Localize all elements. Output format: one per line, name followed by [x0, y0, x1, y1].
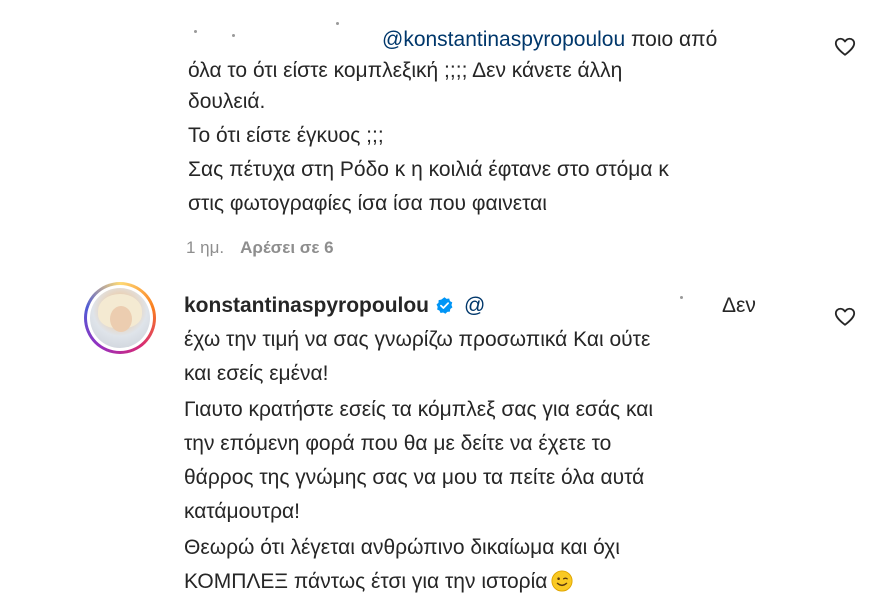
comment-1-line-2: όλα το ότι είστε κομπλεξική ;;;; Δεν κάν…: [188, 59, 623, 82]
comment-1-line-1: @konstantinaspyropoulou ποιο από: [382, 24, 717, 55]
redacted-mention-mark: [680, 296, 683, 299]
comment-1-line-5: Σας πέτυχα στη Ρόδο κ η κοιλιά έφτανε στ…: [188, 158, 669, 181]
comment-1-mention[interactable]: @konstantinaspyropoulou: [382, 28, 625, 51]
comment-2-line-8: Θεωρώ ότι λέγεται ανθρώπινο δικαίωμα και…: [184, 536, 620, 559]
comment-1-timestamp[interactable]: 1 ημ.: [186, 238, 224, 257]
comment-2-line-5: την επόμενη φορά που θα με δείτε να έχετ…: [184, 432, 612, 455]
avatar-border: [87, 285, 153, 351]
redacted-username-mark: [194, 30, 197, 33]
comment-2-line-2: έχω την τιμή να σας γνωρίζω προσωπικά Κα…: [184, 328, 651, 351]
comment-1-line-1-text: ποιο από: [625, 28, 718, 51]
comment-2-line-9-text: ΚΟΜΠΛΕΞ πάντως έτσι για την ιστορία: [184, 570, 548, 593]
comment-2-mention[interactable]: @: [464, 294, 485, 317]
avatar[interactable]: [84, 282, 156, 354]
avatar-photo: [90, 288, 150, 348]
heart-outline-icon[interactable]: [834, 306, 856, 328]
comment-1-line-4: Το ότι είστε έγκυος ;;;: [188, 124, 384, 147]
comment-2-line-3: και εσείς εμένα!: [184, 362, 329, 385]
comment-2-line-1-end: Δεν: [722, 294, 756, 317]
comment-1-line-3: δουλειά.: [188, 90, 266, 113]
avatar-face: [110, 306, 132, 332]
comment-2-line-4: Γιαυτο κρατήστε εσείς τα κόμπλεξ σας για…: [184, 398, 654, 421]
comment-2-line-7: κατάμουτρα!: [184, 500, 301, 523]
heart-outline-icon[interactable]: [834, 36, 856, 58]
comment-2-line-6: θάρρος της γνώμης σας να μου τα πείτε όλ…: [184, 466, 645, 489]
comment-1-meta: 1 ημ. Αρέσει σε 6: [186, 238, 334, 258]
redacted-username-mark: [336, 22, 339, 25]
comment-2-line-1: konstantinaspyropoulou @: [184, 290, 485, 321]
winking-face-emoji-icon: [551, 570, 573, 592]
redacted-username-mark: [232, 34, 235, 37]
comment-2-line-9: ΚΟΜΠΛΕΞ πάντως έτσι για την ιστορία: [184, 566, 573, 597]
comment-1-likes[interactable]: Αρέσει σε 6: [240, 238, 333, 257]
comment-2-username[interactable]: konstantinaspyropoulou: [184, 294, 429, 317]
verified-badge-icon: [436, 297, 453, 314]
comment-1-line-6: στις φωτογραφίες ίσα ίσα που φαινεται: [188, 192, 547, 215]
